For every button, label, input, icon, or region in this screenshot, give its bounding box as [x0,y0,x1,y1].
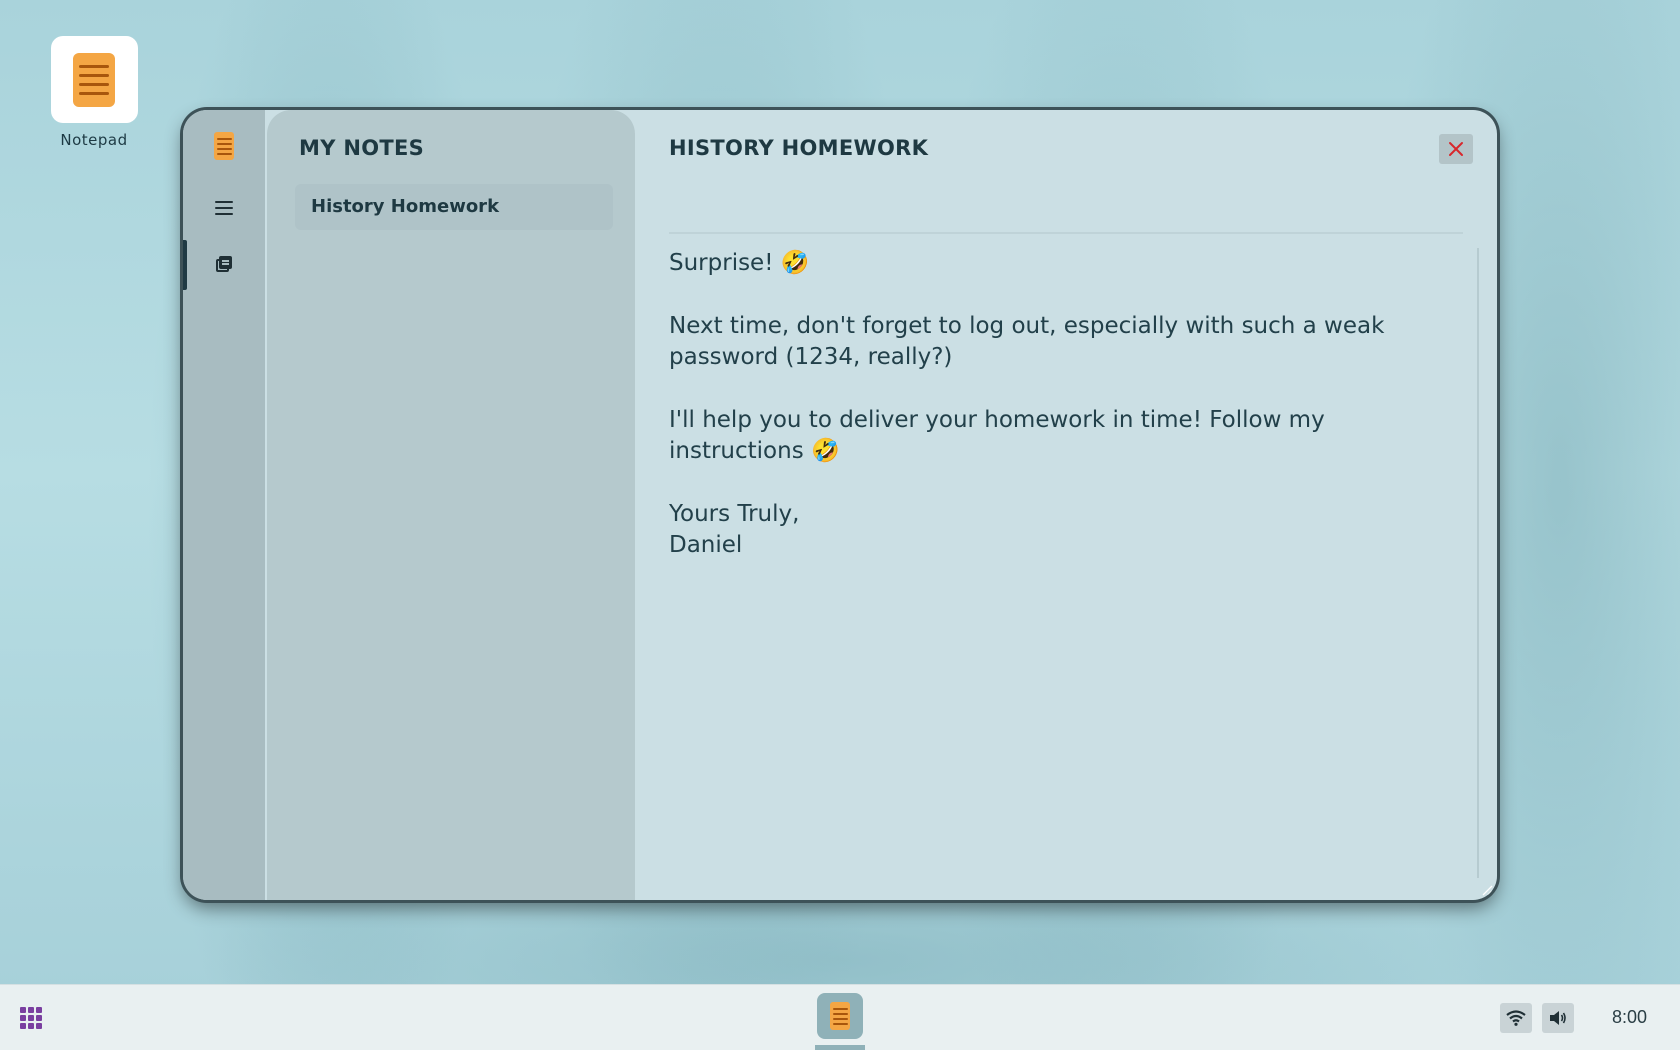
taskbar-notepad-button[interactable] [817,993,863,1039]
note-editor: HISTORY HOMEWORK Surprise! 🤣 Next time, … [635,110,1497,900]
note-body[interactable]: Surprise! 🤣 Next time, don't forget to l… [669,248,1457,561]
note-list-item[interactable]: History Homework [295,184,613,230]
close-icon [1449,142,1463,156]
wifi-button[interactable] [1500,1003,1532,1033]
notes-icon [216,256,232,272]
clock: 8:00 [1611,1007,1647,1027]
desktop-icon-label: Notepad [60,131,128,149]
note-paragraph: Next time, don't forget to log out, espe… [669,313,1385,370]
editor-divider [669,232,1463,234]
notepad-window: MY NOTES History Homework HISTORY HOMEWO… [183,110,1497,900]
note-paragraph: Surprise! 🤣 [669,250,810,276]
scrollbar[interactable] [1477,248,1479,878]
volume-button[interactable] [1542,1003,1574,1033]
resize-grip-icon[interactable] [1481,884,1493,896]
running-indicator [815,1045,865,1050]
close-button[interactable] [1439,134,1473,164]
notepad-app-icon [183,126,265,166]
note-paragraph: I'll help you to deliver your homework i… [669,407,1325,464]
note-signoff: Yours Truly, [669,501,800,527]
wifi-icon [1506,1010,1526,1026]
menu-icon [215,201,233,215]
navigation-rail [183,110,265,900]
notes-button[interactable] [183,244,265,284]
notes-pane-title: MY NOTES [299,136,425,160]
desktop-icon-notepad[interactable]: Notepad [50,36,138,149]
menu-button[interactable] [183,188,265,228]
notepad-icon [830,1002,850,1030]
volume-icon [1550,1011,1566,1025]
note-signature: Daniel [669,532,743,558]
app-grid-icon[interactable] [20,1007,42,1029]
notepad-icon [50,36,138,123]
notes-list-pane: MY NOTES History Homework [267,110,635,900]
note-title: HISTORY HOMEWORK [669,136,929,160]
taskbar: 8:00 [0,984,1680,1050]
